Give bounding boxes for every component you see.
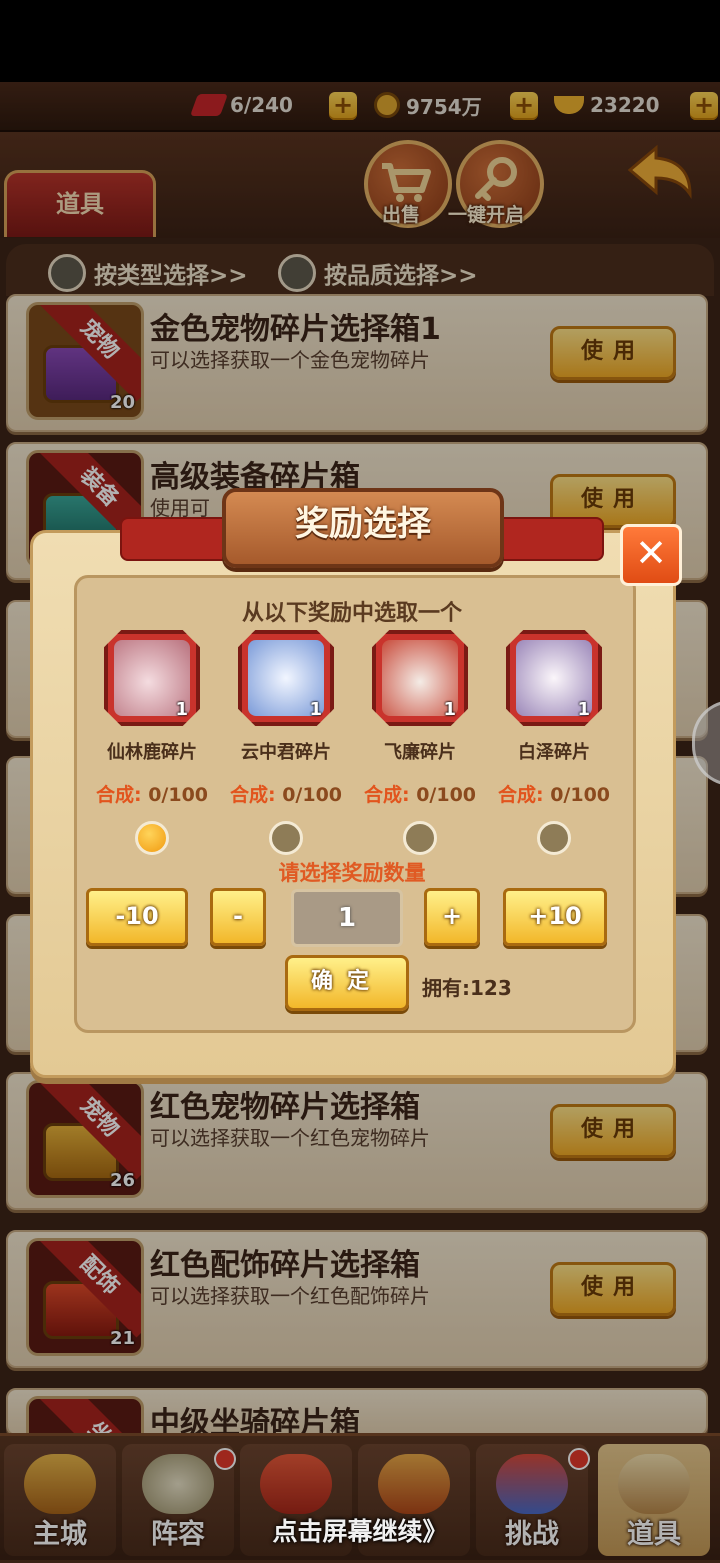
reward-count: 1 <box>309 699 322 720</box>
reward-option[interactable]: 1 仙林鹿碎片 合成: 0/100 <box>92 630 212 855</box>
reward-synth: 合成: 0/100 <box>229 784 343 806</box>
reward-option[interactable]: 1 白泽碎片 合成: 0/100 <box>494 630 614 855</box>
reward-frame: 1 <box>506 630 602 726</box>
close-button[interactable]: ✕ <box>620 524 682 586</box>
confirm-button[interactable]: 确定 <box>285 955 409 1011</box>
reward-name: 云中君碎片 <box>241 742 331 763</box>
reward-synth: 合成: 0/100 <box>95 784 209 806</box>
reward-count: 1 <box>577 699 590 720</box>
reward-name: 飞廉碎片 <box>384 742 456 763</box>
minus-button[interactable]: - <box>210 888 266 946</box>
owned-count: 拥有:123 <box>422 976 512 1000</box>
reward-name: 仙林鹿碎片 <box>107 742 197 763</box>
quantity-prompt: 请选择奖励数量 <box>278 861 426 885</box>
tap-to-continue[interactable]: 点击屏幕继续》 <box>240 1512 480 1548</box>
close-icon: ✕ <box>635 531 667 575</box>
minus-10-button[interactable]: -10 <box>86 888 188 946</box>
reward-frame: 1 <box>372 630 468 726</box>
reward-name: 白泽碎片 <box>518 742 590 763</box>
reward-frame: 1 <box>238 630 334 726</box>
plus-10-button[interactable]: +10 <box>503 888 607 946</box>
reward-radio[interactable] <box>269 821 303 855</box>
reward-frame: 1 <box>104 630 200 726</box>
quantity-field[interactable]: 1 <box>291 889 403 947</box>
reward-prompt: 从以下奖励中选取一个 <box>241 601 462 626</box>
reward-radio-selected[interactable] <box>135 821 169 855</box>
reward-option[interactable]: 1 飞廉碎片 合成: 0/100 <box>360 630 480 855</box>
reward-count: 1 <box>175 699 188 720</box>
reward-option[interactable]: 1 云中君碎片 合成: 0/100 <box>226 630 346 855</box>
reward-radio[interactable] <box>403 821 437 855</box>
dialog-title: 奖励选择 <box>295 504 431 544</box>
reward-synth: 合成: 0/100 <box>497 784 611 806</box>
reward-synth: 合成: 0/100 <box>363 784 477 806</box>
reward-count: 1 <box>443 699 456 720</box>
plus-button[interactable]: + <box>424 888 480 946</box>
reward-radio[interactable] <box>537 821 571 855</box>
